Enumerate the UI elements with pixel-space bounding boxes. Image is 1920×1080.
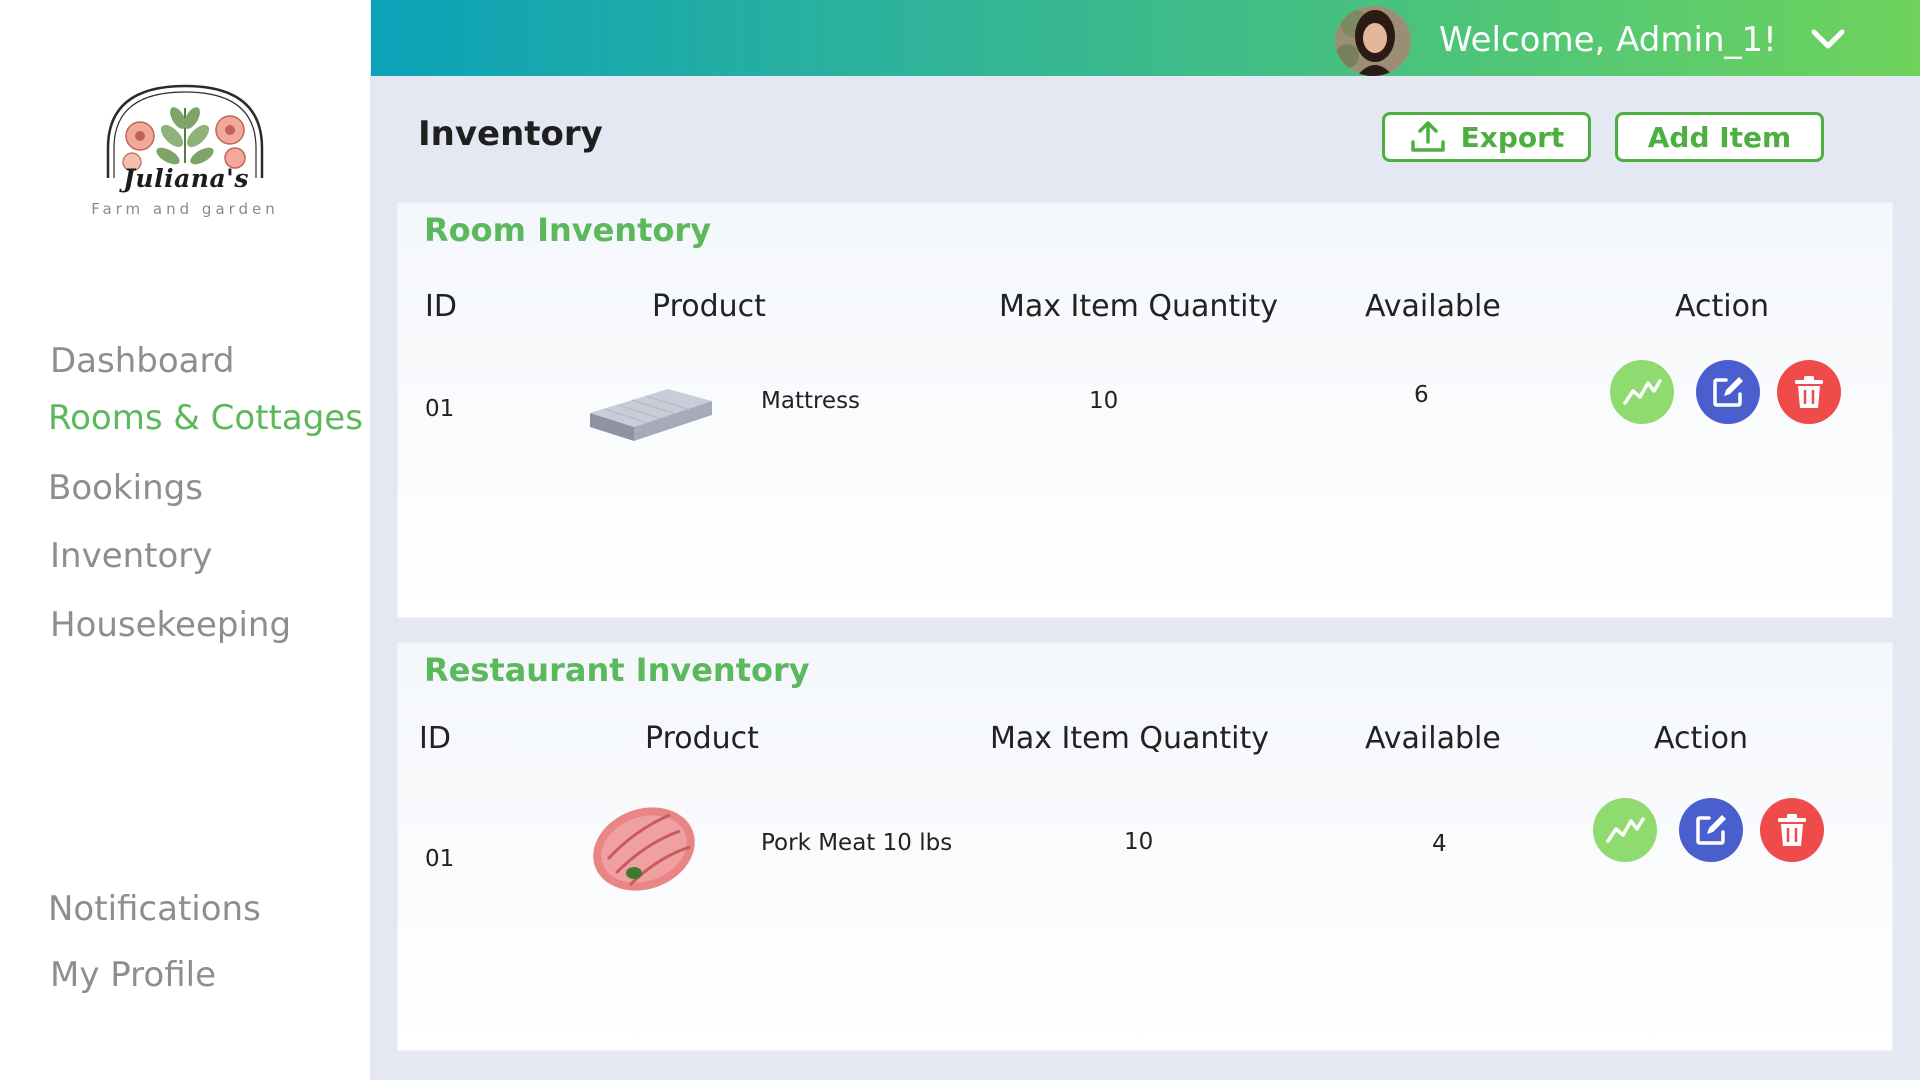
column-header-max-qty: Max Item Quantity <box>990 721 1270 756</box>
cell-product: Pork Meat 10 lbs <box>761 830 953 856</box>
sidebar-item-notifications[interactable]: Notifications <box>48 889 261 929</box>
brand-script-name: Juliana's <box>123 164 249 193</box>
column-header-id: ID <box>419 721 451 756</box>
sidebar: Juliana's Farm and garden Dashboard Room… <box>0 0 371 1080</box>
delete-button[interactable] <box>1760 798 1824 862</box>
welcome-text: Welcome, Admin_1! <box>1439 20 1777 60</box>
restaurant-inventory-title: Restaurant Inventory <box>424 651 810 689</box>
edit-icon <box>1713 377 1743 407</box>
column-header-available: Available <box>1365 721 1501 756</box>
avatar[interactable] <box>1335 6 1411 76</box>
cell-available: 4 <box>1432 831 1447 857</box>
cell-max-qty: 10 <box>1124 829 1154 855</box>
stats-button[interactable] <box>1610 360 1674 424</box>
column-header-product: Product <box>652 289 766 324</box>
cell-product: Mattress <box>761 388 861 414</box>
sidebar-item-bookings[interactable]: Bookings <box>48 468 203 508</box>
cell-max-qty: 10 <box>1089 388 1119 414</box>
trash-icon <box>1778 814 1806 846</box>
edit-icon <box>1696 815 1726 845</box>
trend-chart-icon <box>1606 817 1645 843</box>
trash-icon <box>1795 376 1823 408</box>
export-label: Export <box>1460 120 1565 154</box>
sidebar-item-my-profile[interactable]: My Profile <box>50 955 216 995</box>
edit-button[interactable] <box>1696 360 1760 424</box>
column-header-id: ID <box>425 289 457 324</box>
add-item-button[interactable]: Add Item <box>1615 112 1824 162</box>
logo-arch-icon <box>106 84 264 178</box>
restaurant-inventory-panel: Restaurant Inventory ID Product Max Item… <box>397 642 1893 1051</box>
cell-available: 6 <box>1414 382 1429 408</box>
sidebar-item-inventory[interactable]: Inventory <box>50 536 212 576</box>
brand-tagline: Farm and garden <box>91 200 279 218</box>
sidebar-item-housekeeping[interactable]: Housekeeping <box>50 605 291 645</box>
sidebar-item-dashboard[interactable]: Dashboard <box>50 341 234 381</box>
add-item-label: Add Item <box>1647 120 1792 154</box>
column-header-available: Available <box>1365 289 1501 324</box>
top-bar: Welcome, Admin_1! <box>371 0 1920 76</box>
export-button[interactable]: Export <box>1382 112 1591 162</box>
cell-id: 01 <box>425 846 455 872</box>
mattress-image <box>584 379 718 448</box>
column-header-action: Action <box>1675 289 1769 324</box>
edit-button[interactable] <box>1679 798 1743 862</box>
upload-icon <box>1410 121 1445 152</box>
trend-chart-icon <box>1623 379 1662 405</box>
column-header-product: Product <box>645 721 759 756</box>
cell-id: 01 <box>425 396 455 422</box>
delete-button[interactable] <box>1777 360 1841 424</box>
sidebar-item-rooms-cottages[interactable]: Rooms & Cottages <box>48 398 363 438</box>
brand-logo[interactable]: Juliana's Farm and garden <box>80 78 290 228</box>
room-inventory-title: Room Inventory <box>424 211 712 249</box>
stats-button[interactable] <box>1593 798 1657 862</box>
chevron-down-icon[interactable] <box>1808 24 1848 54</box>
column-header-max-qty: Max Item Quantity <box>999 289 1279 324</box>
pork-meat-image <box>586 799 702 900</box>
room-inventory-panel: Room Inventory ID Product Max Item Quant… <box>397 202 1893 618</box>
page-title: Inventory <box>418 114 603 154</box>
column-header-action: Action <box>1654 721 1748 756</box>
